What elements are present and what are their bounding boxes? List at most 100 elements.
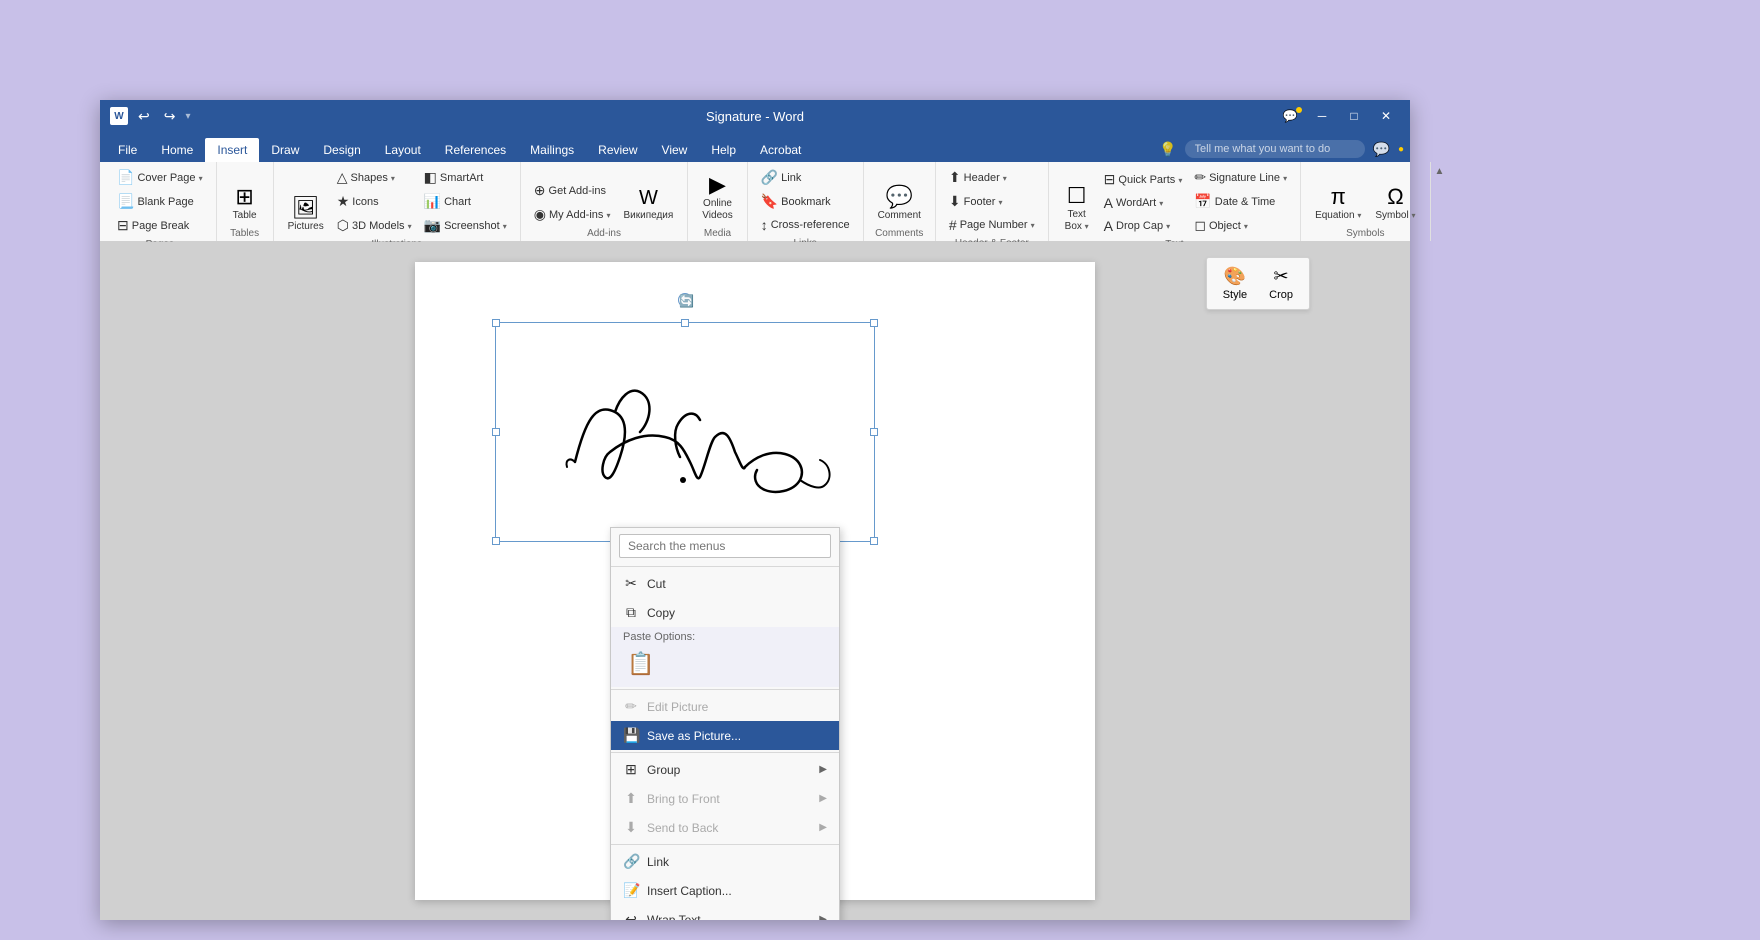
handle-bottom-left[interactable]	[492, 537, 500, 545]
image-container[interactable]: 🔄	[495, 322, 875, 542]
rotate-handle[interactable]: 🔄	[678, 293, 692, 307]
online-videos-button[interactable]: ▶ OnlineVideos	[696, 170, 738, 226]
redo-button[interactable]: ↪	[160, 106, 180, 127]
handle-top-right[interactable]	[870, 319, 878, 327]
tab-file[interactable]: File	[106, 138, 149, 162]
signature-line-button[interactable]: ✏ Signature Line ▾	[1189, 166, 1292, 189]
table-button[interactable]: ⊞ Table	[225, 182, 265, 226]
wordart-button[interactable]: A WordArt ▾	[1099, 192, 1188, 214]
blank-page-button[interactable]: 📃 Blank Page	[112, 190, 208, 213]
handle-middle-right[interactable]	[870, 428, 878, 436]
comment-button[interactable]: 💬 Comment	[872, 182, 927, 226]
ribbon-collapse-button[interactable]: ▲	[1431, 162, 1449, 241]
header-button[interactable]: ⬆ Header ▾	[944, 166, 1040, 189]
ribbon-tabs: File Home Insert Draw Design Layout Refe…	[100, 132, 1410, 162]
icons-icon: ★	[337, 193, 350, 210]
style-button[interactable]: 🎨 Style	[1215, 262, 1255, 305]
smartart-icon: ◧	[424, 169, 437, 186]
link-button[interactable]: 🔗 Link	[756, 166, 855, 189]
illustrations-items: 🖼 Pictures △ Shapes ▾ ★ Icons ⬡ 3D Model…	[282, 166, 512, 237]
cross-reference-button[interactable]: ↕ Cross-reference	[756, 214, 855, 236]
tab-insert[interactable]: Insert	[205, 138, 259, 162]
cover-page-button[interactable]: 📄 Cover Page ▾	[112, 166, 208, 189]
pages-items: 📄 Cover Page ▾ 📃 Blank Page ⊟ Page Break	[112, 166, 208, 237]
bookmark-button[interactable]: 🔖 Bookmark	[756, 190, 855, 213]
wrap-text-menu-item[interactable]: ↩ Wrap Text ▶	[611, 905, 839, 920]
picture-format-bar: 🎨 Style ✂ Crop	[1206, 257, 1310, 310]
tab-design[interactable]: Design	[311, 138, 372, 162]
crop-button[interactable]: ✂ Crop	[1261, 262, 1301, 305]
pictures-icon: 🖼	[292, 197, 320, 219]
save-as-picture-menu-item[interactable]: 💾 Save as Picture...	[611, 721, 839, 750]
handle-middle-left[interactable]	[492, 428, 500, 436]
tab-review[interactable]: Review	[586, 138, 649, 162]
object-button[interactable]: ◻ Object ▾	[1189, 214, 1292, 237]
cut-menu-item[interactable]: ✂ Cut	[611, 569, 839, 598]
insert-caption-menu-item[interactable]: 📝 Insert Caption...	[611, 876, 839, 905]
tables-items: ⊞ Table	[225, 166, 265, 226]
symbol-button[interactable]: Ω Symbol ▾	[1369, 182, 1421, 226]
crop-section: ✂ Crop	[1261, 262, 1301, 305]
shapes-button[interactable]: △ Shapes ▾	[332, 166, 417, 189]
comment-button[interactable]: 💬	[1276, 105, 1304, 127]
addins-col: ⊕ Get Add-ins ◉ My Add-ins ▾	[529, 179, 616, 226]
footer-button[interactable]: ⬇ Footer ▾	[944, 190, 1040, 213]
handle-bottom-right[interactable]	[870, 537, 878, 545]
search-menus-input[interactable]	[619, 534, 831, 558]
text-box-button[interactable]: ☐ TextBox ▾	[1057, 181, 1097, 237]
screenshot-button[interactable]: 📷 Screenshot ▾	[419, 214, 512, 237]
my-addins-button[interactable]: ◉ My Add-ins ▾	[529, 203, 616, 226]
tab-acrobat[interactable]: Acrobat	[748, 138, 813, 162]
table-icon: ⊞	[235, 186, 253, 208]
ribbon-group-tables: ⊞ Table Tables	[217, 162, 274, 241]
handle-top-left[interactable]	[492, 319, 500, 327]
edit-picture-icon: ✏	[623, 698, 639, 715]
save-picture-label: Save as Picture...	[647, 729, 741, 743]
tab-draw[interactable]: Draw	[259, 138, 311, 162]
equation-button[interactable]: π Equation ▾	[1309, 182, 1367, 226]
drop-cap-button[interactable]: A Drop Cap ▾	[1099, 215, 1188, 237]
link-menu-item[interactable]: 🔗 Link	[611, 847, 839, 876]
tab-mailings[interactable]: Mailings	[518, 138, 586, 162]
smartart-button[interactable]: ◧ SmartArt	[419, 166, 512, 189]
text-col2: ✏ Signature Line ▾ 📅 Date & Time ◻ Objec…	[1189, 166, 1292, 237]
minimize-button[interactable]: ─	[1308, 105, 1336, 127]
symbol-icon: Ω	[1387, 186, 1403, 208]
copy-label: Copy	[647, 606, 675, 620]
tab-view[interactable]: View	[650, 138, 700, 162]
page-number-button[interactable]: # Page Number ▾	[944, 214, 1040, 236]
handle-top-middle[interactable]	[681, 319, 689, 327]
quick-access-arrow[interactable]: ▾	[185, 111, 190, 122]
chart-button[interactable]: 📊 Chart	[419, 190, 512, 213]
copy-menu-item[interactable]: ⧉ Copy	[611, 598, 839, 627]
3d-models-button[interactable]: ⬡ 3D Models ▾	[332, 214, 417, 237]
my-addins-icon: ◉	[534, 206, 546, 223]
paste-options-section: Paste Options: 📋	[611, 627, 839, 687]
footer-icon: ⬇	[949, 193, 961, 210]
quick-parts-button[interactable]: ⊟ Quick Parts ▾	[1099, 168, 1188, 191]
group-menu-item[interactable]: ⊞ Group ▶	[611, 755, 839, 784]
page-break-button[interactable]: ⊟ Page Break	[112, 214, 208, 237]
paste-icon[interactable]: 📋	[623, 647, 658, 681]
tab-references[interactable]: References	[433, 138, 518, 162]
close-button[interactable]: ✕	[1372, 105, 1400, 127]
undo-button[interactable]: ↩	[134, 106, 154, 127]
media-items: ▶ OnlineVideos	[696, 166, 738, 226]
crop-label: Crop	[1269, 289, 1293, 301]
bring-to-front-icon: ⬆	[623, 790, 639, 807]
get-addins-button[interactable]: ⊕ Get Add-ins	[529, 179, 616, 202]
tab-layout[interactable]: Layout	[373, 138, 433, 162]
divider-3	[611, 752, 839, 753]
light-icon: 💡	[1159, 141, 1176, 158]
pictures-button[interactable]: 🖼 Pictures	[282, 193, 330, 237]
comment-icon[interactable]: 💬	[1373, 141, 1390, 158]
maximize-button[interactable]: □	[1340, 105, 1368, 127]
tab-help[interactable]: Help	[699, 138, 748, 162]
tell-me-input[interactable]	[1185, 140, 1365, 158]
date-time-button[interactable]: 📅 Date & Time	[1189, 190, 1292, 213]
comment-ribbon-icon: 💬	[886, 186, 913, 208]
link-ctx-label: Link	[647, 855, 669, 869]
icons-button[interactable]: ★ Icons	[332, 190, 417, 213]
tab-home[interactable]: Home	[149, 138, 205, 162]
wikipedia-button[interactable]: W Википедия	[617, 184, 679, 226]
